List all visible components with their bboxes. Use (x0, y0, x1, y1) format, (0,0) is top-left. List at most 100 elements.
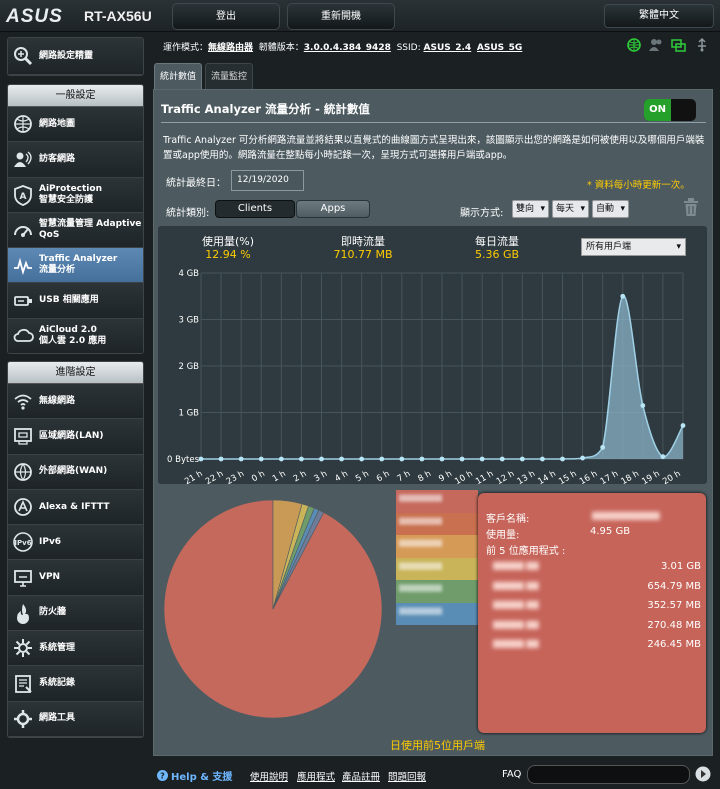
sidebar-item-label: Traffic Analyzer 流量分析 (39, 254, 118, 276)
sidebar-item-network-tools[interactable]: 網路工具 (8, 701, 143, 737)
firmware-link[interactable]: 3.0.0.4.384_9428 (304, 43, 391, 53)
y-tick-label: 0 Bytes (167, 455, 200, 465)
period-select[interactable]: 每天 (552, 200, 589, 218)
sidebar-item-label: 系統記錄 (39, 678, 76, 689)
x-tick-label: 7 h (396, 469, 413, 484)
legend-item[interactable]: ▇▇▇▇▇▇▇▇ (396, 490, 478, 513)
pie-chart (163, 499, 383, 719)
top-apps-label: 前 5 位應用程式 : (486, 546, 566, 557)
utility-link[interactable]: 應用程式 (297, 769, 335, 783)
x-tick-label: 19 h (640, 469, 661, 484)
trash-icon[interactable] (682, 197, 700, 217)
data-point (660, 454, 666, 460)
apps-button[interactable]: Apps (296, 200, 370, 218)
sidebar-item-administration[interactable]: 系統管理 (8, 631, 143, 667)
sidebar-item-usb[interactable]: USB 相關應用 (8, 283, 143, 319)
general-menu: 一般設定 網路地圖 訪客網路 A AiProtection 智慧安全防護 智慧流量管理 … (7, 84, 144, 354)
advanced-list: 無線網路 區域網路(LAN) 外部網路(WAN) Alexa & IFTTT IPv6 I… (8, 384, 143, 737)
sidebar-item-adaptive-qos[interactable]: 智慧流量管理 Adaptive QoS (8, 212, 143, 249)
manual-link[interactable]: 使用說明 (250, 769, 288, 783)
legend-item[interactable]: ▇▇▇▇▇▇▇▇ (396, 580, 478, 603)
sidebar-item-setup-wizard[interactable]: 網路設定精靈 (8, 38, 143, 75)
client-usage-value: 4.95 GB (590, 526, 631, 537)
usb-device-icon[interactable] (694, 38, 710, 52)
help-support-link[interactable]: Help & 支援 (171, 768, 232, 783)
x-tick-label: 1 h (271, 469, 288, 484)
x-tick-label: 4 h (333, 469, 350, 484)
sidebar-item-alexa[interactable]: Alexa & IFTTT (8, 489, 143, 526)
language-select[interactable]: 繁體中文 (604, 4, 714, 28)
faq-search-input[interactable] (527, 765, 690, 784)
date-input[interactable]: 12/19/2020 (231, 170, 304, 191)
page-title: Traffic Analyzer 流量分析 - 統計數值 (161, 102, 370, 116)
sidebar-item-label: 區域網路(LAN) (39, 430, 104, 441)
client-usage-label: 使用量: (486, 530, 520, 541)
sidebar-item-vpn[interactable]: VPN (8, 560, 143, 596)
legend-item[interactable]: ▇▇▇▇▇▇▇▇ (396, 512, 478, 535)
y-tick-label: 4 GB (178, 269, 199, 279)
legend-label-blurred: ▇▇▇▇▇▇▇▇ (399, 584, 443, 592)
title-divider (161, 122, 706, 123)
traffic-analyzer-toggle[interactable]: ON (644, 99, 696, 121)
guest-network-icon (14, 151, 32, 168)
legend-label-blurred: ▇▇▇▇▇▇▇▇ (399, 606, 443, 615)
app-usage-value: 3.01 GB (660, 561, 701, 572)
sidebar-item-label: 網路設定精靈 (39, 50, 94, 61)
data-point (419, 456, 425, 462)
app-name-blurred: ▇▇▇▇▇ ▇▇ (493, 619, 539, 629)
legend-item[interactable]: ▇▇▇▇▇▇▇▇ (396, 535, 478, 558)
app-usage-value: 352.57 MB (647, 600, 701, 611)
legend-item[interactable]: ▇▇▇▇▇▇▇▇ (396, 602, 478, 625)
usb-status-icon[interactable] (670, 38, 686, 52)
reboot-button[interactable]: 重新開機 (287, 3, 395, 30)
sidebar-item-label: 無線網路 (39, 395, 76, 406)
tab-traffic-monitor[interactable]: 流量監控 (205, 63, 253, 89)
sidebar-item-network-map[interactable]: 網路地圖 (8, 107, 143, 143)
sidebar-item-firewall[interactable]: 防火牆 (8, 595, 143, 632)
sidebar-item-lan[interactable]: 區域網路(LAN) (8, 419, 143, 455)
system-log-icon (15, 674, 32, 693)
register-link[interactable]: 產品註冊 (342, 769, 380, 783)
data-point (379, 456, 385, 462)
sidebar-item-traffic-analyzer[interactable]: Traffic Analyzer 流量分析 (8, 248, 143, 284)
x-tick-label: 6 h (375, 469, 392, 484)
data-point (519, 456, 525, 462)
clients-status-icon[interactable] (648, 38, 664, 52)
help-icon[interactable]: ? (157, 770, 168, 781)
svg-text:?: ? (160, 772, 165, 781)
sidebar-item-label: VPN (39, 572, 61, 583)
sidebar-item-label: AiCloud 2.0 個人雲 2.0 應用 (39, 324, 107, 346)
date-label: 統計最終日： (166, 178, 226, 189)
direction-select[interactable]: 雙向 (512, 200, 549, 218)
sidebar-item-aiprotection[interactable]: A AiProtection 智慧安全防護 (8, 177, 143, 213)
general-heading: 一般設定 (8, 85, 143, 107)
legend-item[interactable]: ▇▇▇▇▇▇▇▇ (396, 557, 478, 580)
wan-icon (14, 462, 32, 481)
mode-link[interactable]: 無線路由器 (208, 43, 253, 53)
scale-select[interactable]: 自動 (592, 200, 629, 218)
clients-button[interactable]: Clients (215, 200, 295, 218)
toggle-on-label: ON (644, 99, 671, 121)
logout-button[interactable]: 登出 (172, 3, 280, 30)
app-usage-value: 246.45 MB (647, 639, 701, 650)
sidebar-item-aicloud[interactable]: AiCloud 2.0 個人雲 2.0 應用 (8, 318, 143, 353)
internet-status-icon[interactable] (626, 38, 642, 52)
sidebar-item-ipv6[interactable]: IPv6 IPv6 (8, 525, 143, 561)
data-point (640, 403, 646, 408)
feedback-link[interactable]: 問題回報 (388, 769, 426, 783)
tab-statistic[interactable]: 統計數值 (154, 63, 202, 89)
sidebar-item-label: IPv6 (39, 536, 62, 547)
sidebar-item-wireless[interactable]: 無線網路 (8, 384, 143, 420)
x-tick-label: 14 h (536, 469, 557, 484)
general-list: 網路地圖 訪客網路 A AiProtection 智慧安全防護 智慧流量管理 Adapt… (8, 107, 143, 353)
data-point (299, 456, 304, 462)
ssid-5g-link[interactable]: ASUS_5G (477, 43, 522, 53)
ssid-24-link[interactable]: ASUS_2.4 (424, 43, 472, 53)
legend-label-blurred: ▇▇▇▇▇▇▇▇ (399, 516, 443, 525)
sidebar-item-guest-network[interactable]: 訪客網路 (8, 142, 143, 178)
sidebar-item-system-log[interactable]: 系統記錄 (8, 666, 143, 702)
x-tick-label: 8 h (416, 469, 433, 484)
x-tick-label: 23 h (225, 469, 246, 484)
faq-search-go-icon[interactable] (695, 766, 711, 782)
sidebar-item-wan[interactable]: 外部網路(WAN) (8, 454, 143, 490)
